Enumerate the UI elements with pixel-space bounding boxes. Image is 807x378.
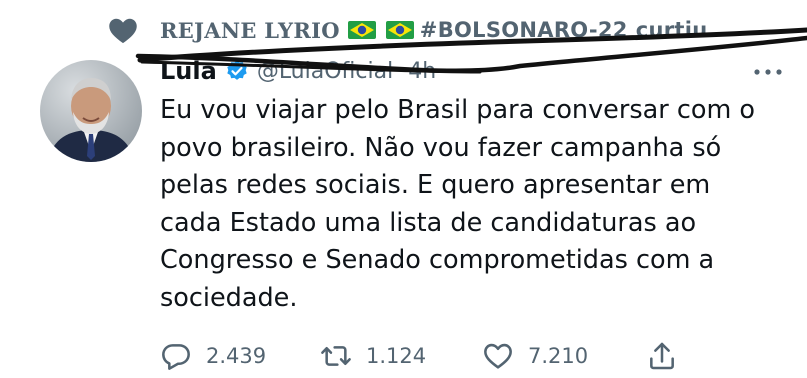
share-button[interactable] <box>646 336 692 376</box>
retweet-count: 1.124 <box>366 344 427 368</box>
tweet-header: Lula @LulaOficial · 4h <box>160 54 436 88</box>
separator-dot: · <box>397 58 405 84</box>
more-options-icon[interactable] <box>752 66 784 78</box>
avatar[interactable] <box>40 60 142 162</box>
tweet-actions: 2.439 1.124 7.210 <box>160 336 800 376</box>
tweet-text-line: pelas redes sociais. E quero apresentar … <box>160 170 711 200</box>
brazil-flag-icon <box>347 21 376 39</box>
reply-count: 2.439 <box>206 344 267 368</box>
liker-label[interactable]: REJANE LYRIO #BOLSONARO-22 curtiu <box>160 18 707 43</box>
tweet-text-line: povo brasileiro. Não vou fazer campanha … <box>160 132 722 163</box>
brazil-flag-icon <box>385 21 414 39</box>
author-handle[interactable]: @LulaOficial <box>257 59 393 84</box>
reply-button[interactable]: 2.439 <box>160 336 266 376</box>
like-button[interactable]: 7.210 <box>482 336 588 376</box>
share-icon <box>650 342 674 370</box>
retweet-button[interactable]: 1.124 <box>320 336 426 376</box>
heart-icon <box>109 18 137 44</box>
tweet-text-line: cada Estado uma lista de candidaturas ao <box>160 207 697 238</box>
like-icon <box>484 343 512 369</box>
tweet-text-line: Congresso e Senado comprometidas com a <box>160 245 715 275</box>
author-name[interactable]: Lula <box>160 57 217 85</box>
tweet-text-line: sociedade. <box>160 282 298 313</box>
verified-badge-icon <box>227 60 247 80</box>
liker-hashtag: #BOLSONARO-22 <box>419 18 628 42</box>
reply-icon <box>162 344 190 370</box>
social-context: REJANE LYRIO #BOLSONARO-22 curtiu <box>108 12 707 48</box>
like-count: 7.210 <box>528 344 589 368</box>
tweet-text[interactable]: Eu vou viajar pelo Brasil para conversar… <box>160 92 790 317</box>
liked-verb: curtiu <box>635 18 708 42</box>
tweet-text-line: Eu vou viajar pelo Brasil para conversar… <box>160 95 756 125</box>
tweet-time[interactable]: 4h <box>408 59 436 84</box>
liker-name: REJANE LYRIO <box>160 17 340 43</box>
avatar-image <box>40 60 142 162</box>
retweet-icon <box>321 346 351 366</box>
